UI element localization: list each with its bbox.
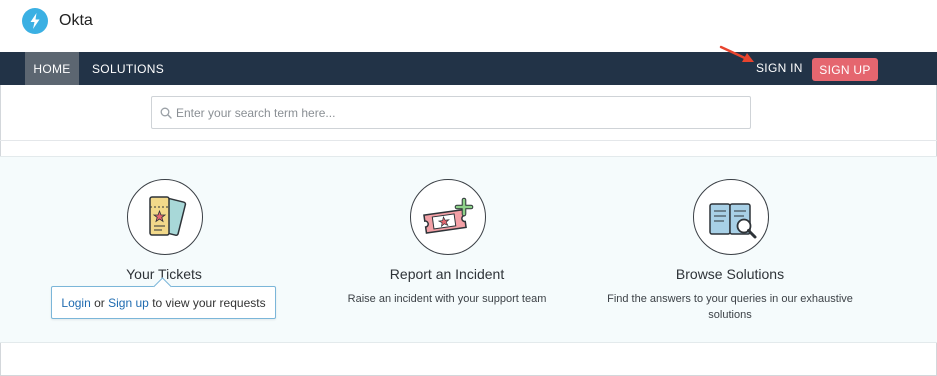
brand-name[interactable]: Okta — [59, 12, 93, 30]
book-search-icon — [693, 179, 769, 255]
card-title[interactable]: Report an Incident — [317, 266, 577, 282]
signup-link[interactable]: Sign up — [108, 296, 149, 310]
nav-solutions[interactable]: SOLUTIONS — [92, 52, 164, 85]
divider — [0, 140, 937, 141]
card-title[interactable]: Browse Solutions — [600, 266, 860, 282]
search-icon — [160, 107, 172, 119]
lightning-bolt-icon[interactable] — [22, 8, 48, 34]
sign-in-link[interactable]: SIGN IN — [756, 51, 803, 84]
search-input[interactable] — [174, 97, 744, 128]
card-description: Raise an incident with your support team — [347, 293, 547, 305]
login-link[interactable]: Login — [61, 296, 90, 310]
brand-header: Okta — [0, 0, 937, 52]
nav-home[interactable]: HOME — [25, 52, 79, 85]
sign-up-button[interactable]: SIGN UP — [812, 58, 878, 81]
search-box[interactable] — [151, 96, 751, 129]
card-description: Find the answers to your queries in our … — [607, 293, 853, 321]
popover-suffix-text: to view your requests — [152, 296, 266, 310]
top-navigation: HOME SOLUTIONS SIGN IN SIGN UP — [0, 52, 937, 85]
ticket-plus-icon — [410, 179, 486, 255]
login-popover: Login or Sign up to view your requests — [51, 286, 276, 319]
popover-or-text: or — [94, 296, 105, 310]
annotation-arrow-icon — [719, 45, 754, 62]
tickets-icon — [127, 179, 203, 255]
